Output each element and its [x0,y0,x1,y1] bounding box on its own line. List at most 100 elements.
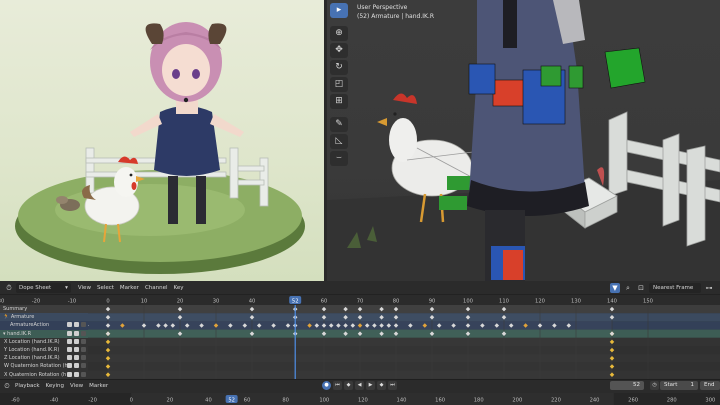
timeline-menu-marker[interactable]: Marker [86,381,111,391]
wrench-icon[interactable] [67,330,72,336]
wrench-icon[interactable] [67,363,72,369]
viewport-info: User Perspective (52) Armature | hand.IK… [357,3,434,21]
timeline-editor-icon[interactable]: ⏲ [2,381,12,391]
prev-keyframe-icon[interactable]: ◆ [344,381,353,390]
channel-label: Y Location (hand.IK.R) [4,347,60,354]
timeline-tick-label: 260 [628,398,638,404]
keyframe-area[interactable] [88,305,720,379]
timeline-tick-label: 220 [551,398,561,404]
preview-range-icon[interactable]: ◷ [650,381,659,390]
current-frame-field[interactable]: 52 [610,381,644,390]
channel-fcurve[interactable]: Y Location (hand.IK.R) [0,345,88,355]
dope-sheet-ruler[interactable]: -30 -20 -10 0 10 20 30 40 52 60 70 80 90 100 110 120 130… [0,295,720,305]
ruler-tick-label: 130 [571,299,581,305]
pose-tool-tool-icon[interactable]: ⌣ [330,151,348,166]
ruler-tick-label: 0 [106,299,109,305]
next-keyframe-icon[interactable]: ◆ [377,381,386,390]
timeline-menu-view[interactable]: View [67,381,86,391]
record-icon[interactable]: ● [322,381,331,390]
checkbox-icon[interactable] [74,363,79,369]
timeline-tick-label: -20 [88,398,96,404]
render-preview[interactable] [0,0,324,281]
dope-sheet-editor[interactable]: ⏱ Dope Sheet ▾ View Select Marker Channel Ke… [0,281,720,379]
play-icon[interactable]: ▶ [366,381,375,390]
proportional-icon[interactable]: ⊶ [704,283,714,293]
wrench-icon[interactable] [67,371,72,377]
transform-tool-icon[interactable]: ⊞ [330,94,348,109]
wrench-icon[interactable] [67,346,72,352]
checkbox-icon[interactable] [74,338,79,344]
wrench-icon[interactable] [67,355,72,361]
dope-sheet-menu-view[interactable]: View [75,283,94,293]
wrench-icon[interactable] [67,338,72,344]
channel-object[interactable]: 🏃 Armature [0,313,88,322]
ruler-tick-label: 20 [177,299,184,305]
3d-viewport[interactable]: ▸ ⊕ ✥ ↻ ◰ ⊞ ✎ ◺ ⌣ User Perspective (52) Armature… [327,0,720,281]
filter-icon[interactable]: ▼ [610,282,620,293]
timeline-editor[interactable]: ⏲ Playback Keying View Marker ● ⏮ ◆ ◀ ▶ ◆ ⏭… [0,379,720,405]
rotate-tool-icon[interactable]: ↻ [330,60,348,75]
channel-list[interactable]: Summary 🏃 Armature ArmatureAction ▾ hand.IK… [0,305,88,379]
lock-icon[interactable] [81,338,86,344]
channel-fcurve[interactable]: X Quaternion Rotation (h [0,370,88,379]
end-frame-label: End [704,382,715,388]
channel-fcurve[interactable]: X Location (hand.IK.R) [0,337,88,346]
timeline-tick-label: 60 [244,398,251,404]
start-frame-field[interactable]: Start 1 [660,381,698,390]
lock-icon[interactable] [81,363,86,369]
channel-fcurve[interactable]: Z Location (hand.IK.R) [0,354,88,363]
checkbox-icon[interactable] [74,371,79,377]
dope-sheet-menu-key[interactable]: Key [171,283,187,293]
play-reverse-icon[interactable]: ◀ [355,381,364,390]
cursor-tool-icon[interactable]: ⊕ [330,26,348,41]
timeline-frame-ruler: -60 -40 -20 0 20 40 52 60 80 100 120 140 160 180 200 22… [11,393,715,405]
snap-mode-select[interactable]: Nearest Frame [649,282,701,293]
channel-toggles [67,371,86,377]
search-icon[interactable]: ⌕ [623,283,633,293]
dope-sheet-menu-marker[interactable]: Marker [117,283,142,293]
checkbox-icon[interactable] [74,346,79,352]
ruler-tick-label: 40 [249,299,256,305]
scale-tool-icon[interactable]: ◰ [330,77,348,92]
ruler-tick-label: -20 [32,299,40,305]
channel-group[interactable]: ▾ hand.IK.R [0,329,88,338]
channel-fcurve[interactable]: W Quaternion Rotation (h [0,362,88,371]
channel-toggles [67,355,86,361]
editor-type-icon[interactable]: ⏱ [4,283,14,293]
select-box-tool-icon[interactable]: ▸ [330,3,348,18]
wrench-icon[interactable] [67,322,72,328]
lock-icon[interactable] [81,355,86,361]
snap-icon[interactable]: ⊡ [636,283,646,293]
channel-summary[interactable]: Summary [0,305,88,314]
start-frame-value: 1 [690,382,695,388]
ruler-tick-label: 150 [643,299,653,305]
dope-sheet-mode-select[interactable]: Dope Sheet ▾ [16,282,71,293]
measure-tool-icon[interactable]: ◺ [330,134,348,149]
lock-icon[interactable] [81,322,86,328]
dope-sheet-menu-select[interactable]: Select [94,283,117,293]
timeline-tick-label: 52 [228,398,235,404]
checkbox-icon[interactable] [74,330,79,336]
end-frame-field[interactable]: End [700,381,720,390]
timeline-tick-label: 160 [435,398,445,404]
lock-icon[interactable] [81,330,86,336]
jump-end-icon[interactable]: ⏭ [388,381,397,390]
ruler-tick-label: 10 [141,299,148,305]
viewport-scene [327,0,720,281]
timeline-menu-keying[interactable]: Keying [43,381,67,391]
lock-icon[interactable] [81,371,86,377]
channel-action[interactable]: ArmatureAction [0,321,88,330]
checkbox-icon[interactable] [74,322,79,328]
timeline-ruler[interactable]: -60 -40 -20 0 20 40 52 60 80 100 120 140 160 180 200 22… [0,393,720,405]
timeline-menu-playback[interactable]: Playback [12,381,43,391]
channel-label: Z Location (hand.IK.R) [4,355,60,362]
checkbox-icon[interactable] [74,355,79,361]
move-tool-icon[interactable]: ✥ [330,43,348,58]
jump-start-icon[interactable]: ⏮ [333,381,342,390]
timeline-menu: Playback Keying View Marker [12,381,111,391]
snap-mode-label: Nearest Frame [653,284,694,291]
annotate-tool-icon[interactable]: ✎ [330,117,348,132]
lock-icon[interactable] [81,346,86,352]
dope-sheet-menu-channel[interactable]: Channel [142,283,171,293]
ruler-tick-label: -30 [0,299,4,305]
